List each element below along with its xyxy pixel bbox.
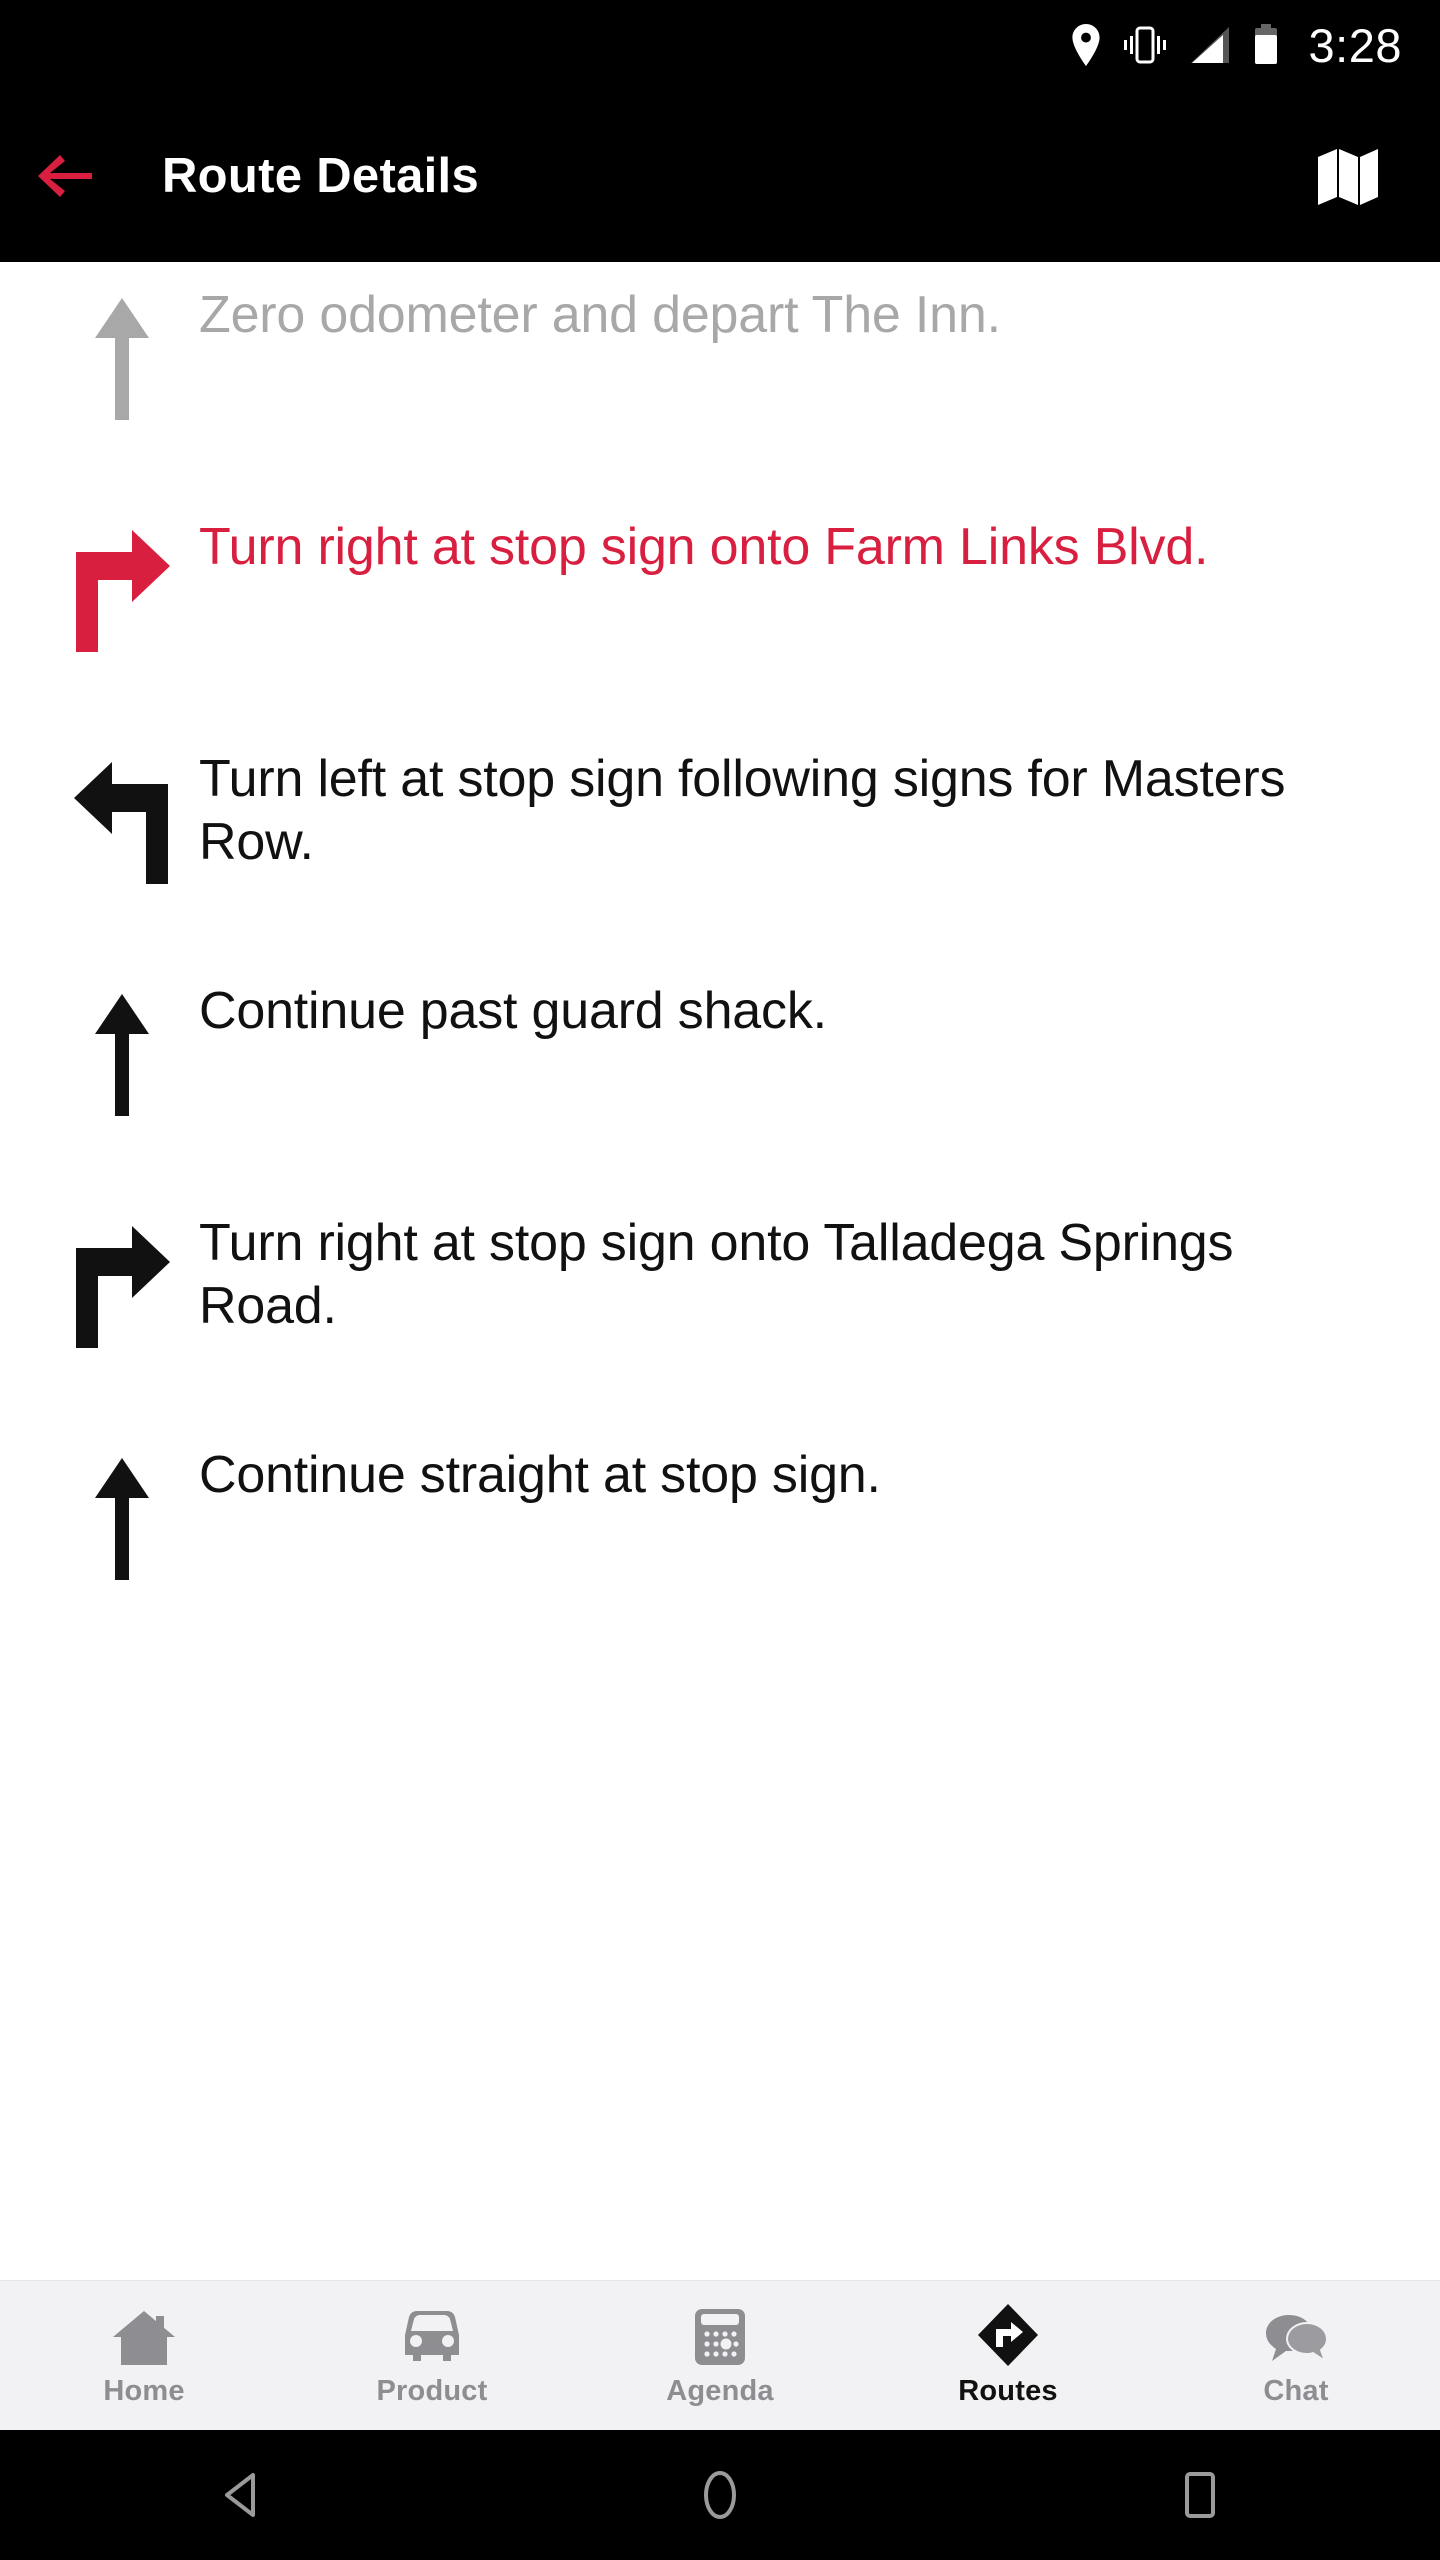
arrow-turn-right-icon <box>44 494 199 652</box>
car-icon <box>401 2303 463 2367</box>
route-step-item[interactable]: Turn right at stop sign onto Talladega S… <box>0 1190 1440 1422</box>
chat-bubbles-icon <box>1263 2303 1329 2367</box>
route-step-text: Zero odometer and depart The Inn. <box>199 286 1001 344</box>
route-step-text: Continue past guard shack. <box>199 982 827 1040</box>
arrow-straight-icon <box>44 262 199 420</box>
route-step-text: Turn right at stop sign onto Talladega S… <box>199 1214 1234 1336</box>
map-button[interactable] <box>1278 90 1418 262</box>
arrow-turn-left-icon <box>44 726 199 884</box>
battery-icon <box>1253 24 1279 66</box>
arrow-turn-right-icon <box>44 1190 199 1348</box>
route-step-item[interactable]: Continue straight at stop sign. <box>0 1422 1440 1654</box>
android-system-nav <box>0 2430 1440 2560</box>
route-step-item[interactable]: Turn left at stop sign following signs f… <box>0 726 1440 958</box>
android-back-button[interactable] <box>160 2430 320 2560</box>
nav-label-agenda: Agenda <box>666 2375 774 2407</box>
nav-item-routes[interactable]: Routes <box>864 2281 1152 2431</box>
arrow-straight-icon <box>44 958 199 1116</box>
bottom-navigation: Home Product Agenda Routes Chat <box>0 2280 1440 2430</box>
page-title: Route Details <box>162 149 480 203</box>
app-bar: Route Details <box>0 90 1440 262</box>
nav-item-product[interactable]: Product <box>288 2281 576 2431</box>
route-step-item[interactable]: Continue past guard shack. <box>0 958 1440 1190</box>
route-step-text: Turn right at stop sign onto Farm Links … <box>199 518 1209 576</box>
status-bar: 3:28 <box>0 0 1440 90</box>
nav-label-routes: Routes <box>958 2375 1058 2407</box>
calendar-icon <box>693 2303 747 2367</box>
route-step-list[interactable]: Zero odometer and depart The Inn. Turn r… <box>0 262 1440 2282</box>
nav-item-chat[interactable]: Chat <box>1152 2281 1440 2431</box>
back-button[interactable] <box>0 90 130 262</box>
route-step-text: Continue straight at stop sign. <box>199 1446 881 1504</box>
route-step-item[interactable]: Turn right at stop sign onto Farm Links … <box>0 494 1440 726</box>
location-pin-icon <box>1071 24 1101 66</box>
home-icon <box>112 2303 176 2367</box>
arrow-straight-icon <box>44 1422 199 1580</box>
nav-label-chat: Chat <box>1263 2375 1329 2407</box>
status-time: 3:28 <box>1308 18 1402 72</box>
signal-icon <box>1189 25 1231 65</box>
nav-label-home: Home <box>103 2375 185 2407</box>
nav-item-agenda[interactable]: Agenda <box>576 2281 864 2431</box>
nav-label-product: Product <box>376 2375 488 2407</box>
android-recents-button[interactable] <box>1120 2430 1280 2560</box>
app-screen: 3:28 Route Details Zero odometer and dep… <box>0 0 1440 2560</box>
android-home-button[interactable] <box>640 2430 800 2560</box>
route-step-text: Turn left at stop sign following signs f… <box>199 750 1286 872</box>
route-step-item[interactable]: Zero odometer and depart The Inn. <box>0 262 1440 494</box>
routes-diamond-icon <box>977 2303 1039 2367</box>
vibrate-icon <box>1123 25 1167 65</box>
nav-item-home[interactable]: Home <box>0 2281 288 2431</box>
